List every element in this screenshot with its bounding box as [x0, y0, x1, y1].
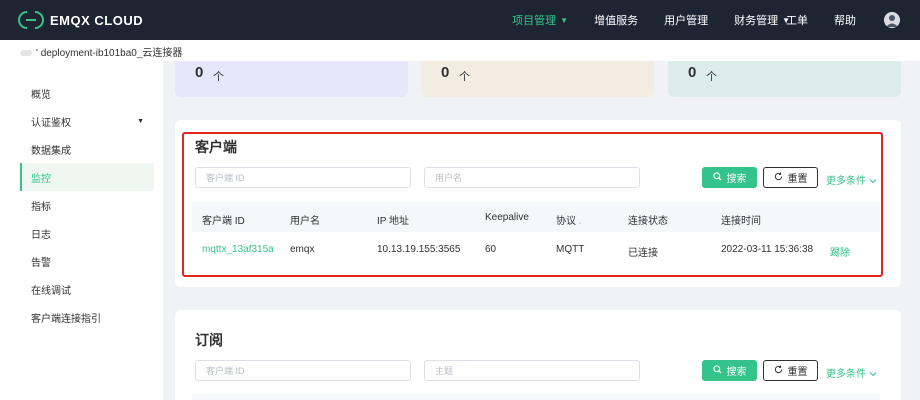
- search-button-label: 搜索: [726, 174, 747, 185]
- sidebar-item-label: 在线调试: [31, 285, 71, 297]
- sidebar-item-logs[interactable]: 日志: [20, 219, 154, 247]
- username-search-input[interactable]: [424, 167, 640, 188]
- keepalive-cell: 60: [485, 244, 497, 255]
- more-conditions-label: 更多条件: [826, 369, 866, 380]
- breadcrumb-bar: ' deployment-ib101ba0_云连接器: [0, 40, 920, 61]
- column-header: IP 地址: [377, 216, 410, 227]
- sidebar-item-label: 数据集成: [31, 145, 71, 157]
- nav-right: 工单 帮助: [760, 0, 900, 40]
- chevron-down-icon: [869, 176, 877, 187]
- breadcrumb: ' deployment-ib101ba0_云连接器: [20, 44, 182, 59]
- column-header-label: 协议: [556, 216, 576, 227]
- search-icon: [712, 171, 722, 184]
- stat-unit: 个: [706, 71, 717, 83]
- status-cell: 已连接: [628, 248, 658, 259]
- sidebar-item-overview[interactable]: 概览: [20, 79, 154, 107]
- stat-value: 0: [441, 64, 450, 81]
- nav-item-label: 帮助: [834, 15, 856, 27]
- ip-cell: 10.13.19.155:3565: [377, 244, 461, 255]
- nav-item-label: 项目管理: [512, 15, 557, 27]
- nav-item-help[interactable]: 帮助: [834, 12, 856, 28]
- user-avatar[interactable]: [884, 12, 900, 28]
- sidebar-item-online-debug[interactable]: 在线调试: [20, 275, 154, 303]
- sidebar-item-data-integration[interactable]: 数据集成: [20, 135, 154, 163]
- refresh-icon: [774, 365, 783, 377]
- sub-search-button[interactable]: 搜索: [702, 360, 757, 381]
- nav-item-project-management[interactable]: 项目管理 ▼: [512, 12, 568, 28]
- sidebar-item-metrics[interactable]: 指标: [20, 191, 154, 219]
- nav-item-value-added[interactable]: 增值服务: [594, 12, 638, 28]
- stat-value: 0: [688, 64, 697, 81]
- kick-button[interactable]: 踢除: [830, 244, 850, 259]
- nav-item-label: 用户管理: [664, 15, 709, 27]
- sidebar-item-label: 认证鉴权: [31, 117, 71, 129]
- stat-value: 0: [195, 64, 204, 81]
- clients-title: 客户端: [195, 139, 237, 155]
- client-id-search-input[interactable]: [195, 167, 411, 188]
- sidebar-item-alerts[interactable]: 告警: [20, 247, 154, 275]
- stat-card: 0 个: [668, 61, 901, 97]
- sidebar-item-label: 客户端连接指引: [31, 313, 101, 325]
- protocol-cell: MQTT: [556, 244, 585, 255]
- nav-item-label: 增值服务: [594, 15, 639, 27]
- clients-table-header: 客户端 ID 用户名 IP 地址 Keepalive 协议 ⌄ 连接状态 连接时…: [192, 202, 880, 232]
- column-header-protocol[interactable]: 协议 ⌄: [556, 212, 583, 227]
- caret-down-icon: ▼: [137, 117, 144, 125]
- stat-card: 0 个: [175, 61, 408, 97]
- refresh-icon: [774, 172, 783, 184]
- nav-item-ticket[interactable]: 工单: [786, 12, 808, 28]
- username-cell: emqx: [290, 244, 315, 255]
- column-header: 连接时间: [721, 216, 761, 227]
- search-button[interactable]: 搜索: [702, 167, 757, 188]
- sort-icon: ⌄: [576, 220, 583, 226]
- column-header: 用户名: [290, 216, 320, 227]
- column-header: Keepalive: [485, 212, 529, 223]
- user-avatar-icon: [884, 12, 900, 28]
- search-icon: [712, 364, 722, 377]
- search-button-label: 搜索: [726, 367, 747, 378]
- sidebar-item-label: 告警: [31, 257, 51, 269]
- chevron-down-icon: [869, 369, 877, 380]
- reset-button[interactable]: 重置: [763, 167, 818, 188]
- top-navbar: EMQX CLOUD 项目管理 ▼ 增值服务 用户管理 财务管理 ▼ 工单 帮助: [0, 0, 920, 40]
- sidebar-item-client-guide[interactable]: 客户端连接指引: [20, 303, 154, 331]
- reset-button-label: 重置: [787, 174, 808, 185]
- sidebar-item-auth[interactable]: 认证鉴权 ▼: [20, 107, 154, 135]
- more-conditions-label: 更多条件: [826, 176, 866, 187]
- nav-item-user-management[interactable]: 用户管理: [664, 12, 708, 28]
- connected-at-cell: 2022-03-11 15:36:38: [721, 244, 814, 255]
- more-conditions-link[interactable]: 更多条件: [826, 172, 877, 187]
- table-row: mqttx_13af315a emqx 10.13.19.155:3565 60…: [192, 233, 880, 267]
- sidebar-item-label: 指标: [31, 201, 51, 213]
- main-nav: 项目管理 ▼ 增值服务 用户管理 财务管理 ▼: [486, 0, 790, 40]
- sub-reset-button[interactable]: 重置: [763, 360, 818, 381]
- sidebar-item-label: 日志: [31, 229, 51, 241]
- subscriptions-table-header: [192, 394, 880, 400]
- stat-unit: 个: [459, 71, 470, 83]
- topic-search-input[interactable]: [424, 360, 640, 381]
- breadcrumb-deployment[interactable]: deployment-ib101ba0_云连接器: [41, 48, 183, 59]
- reset-button-label: 重置: [787, 367, 808, 378]
- subscriptions-panel: [175, 310, 901, 400]
- emqx-logo-icon: [18, 11, 44, 29]
- column-header: 客户端 ID: [202, 216, 245, 227]
- sidebar-item-label: 概览: [31, 89, 51, 101]
- stat-card: 0 个: [421, 61, 654, 97]
- sub-more-conditions-link[interactable]: 更多条件: [826, 365, 877, 380]
- stat-unit: 个: [213, 71, 224, 83]
- brand-name: EMQX CLOUD: [50, 12, 144, 28]
- project-name-redacted: [20, 50, 32, 57]
- nav-item-label: 工单: [786, 15, 808, 27]
- column-header: 连接状态: [628, 216, 668, 227]
- sub-client-id-search-input[interactable]: [195, 360, 411, 381]
- sidebar-item-monitoring[interactable]: 监控: [20, 163, 154, 191]
- client-id-link[interactable]: mqttx_13af315a: [202, 244, 274, 255]
- caret-down-icon: ▼: [560, 15, 569, 25]
- sidebar-item-label: 监控: [31, 173, 51, 185]
- brand-logo[interactable]: EMQX CLOUD: [18, 10, 143, 30]
- subscriptions-title: 订阅: [195, 332, 223, 348]
